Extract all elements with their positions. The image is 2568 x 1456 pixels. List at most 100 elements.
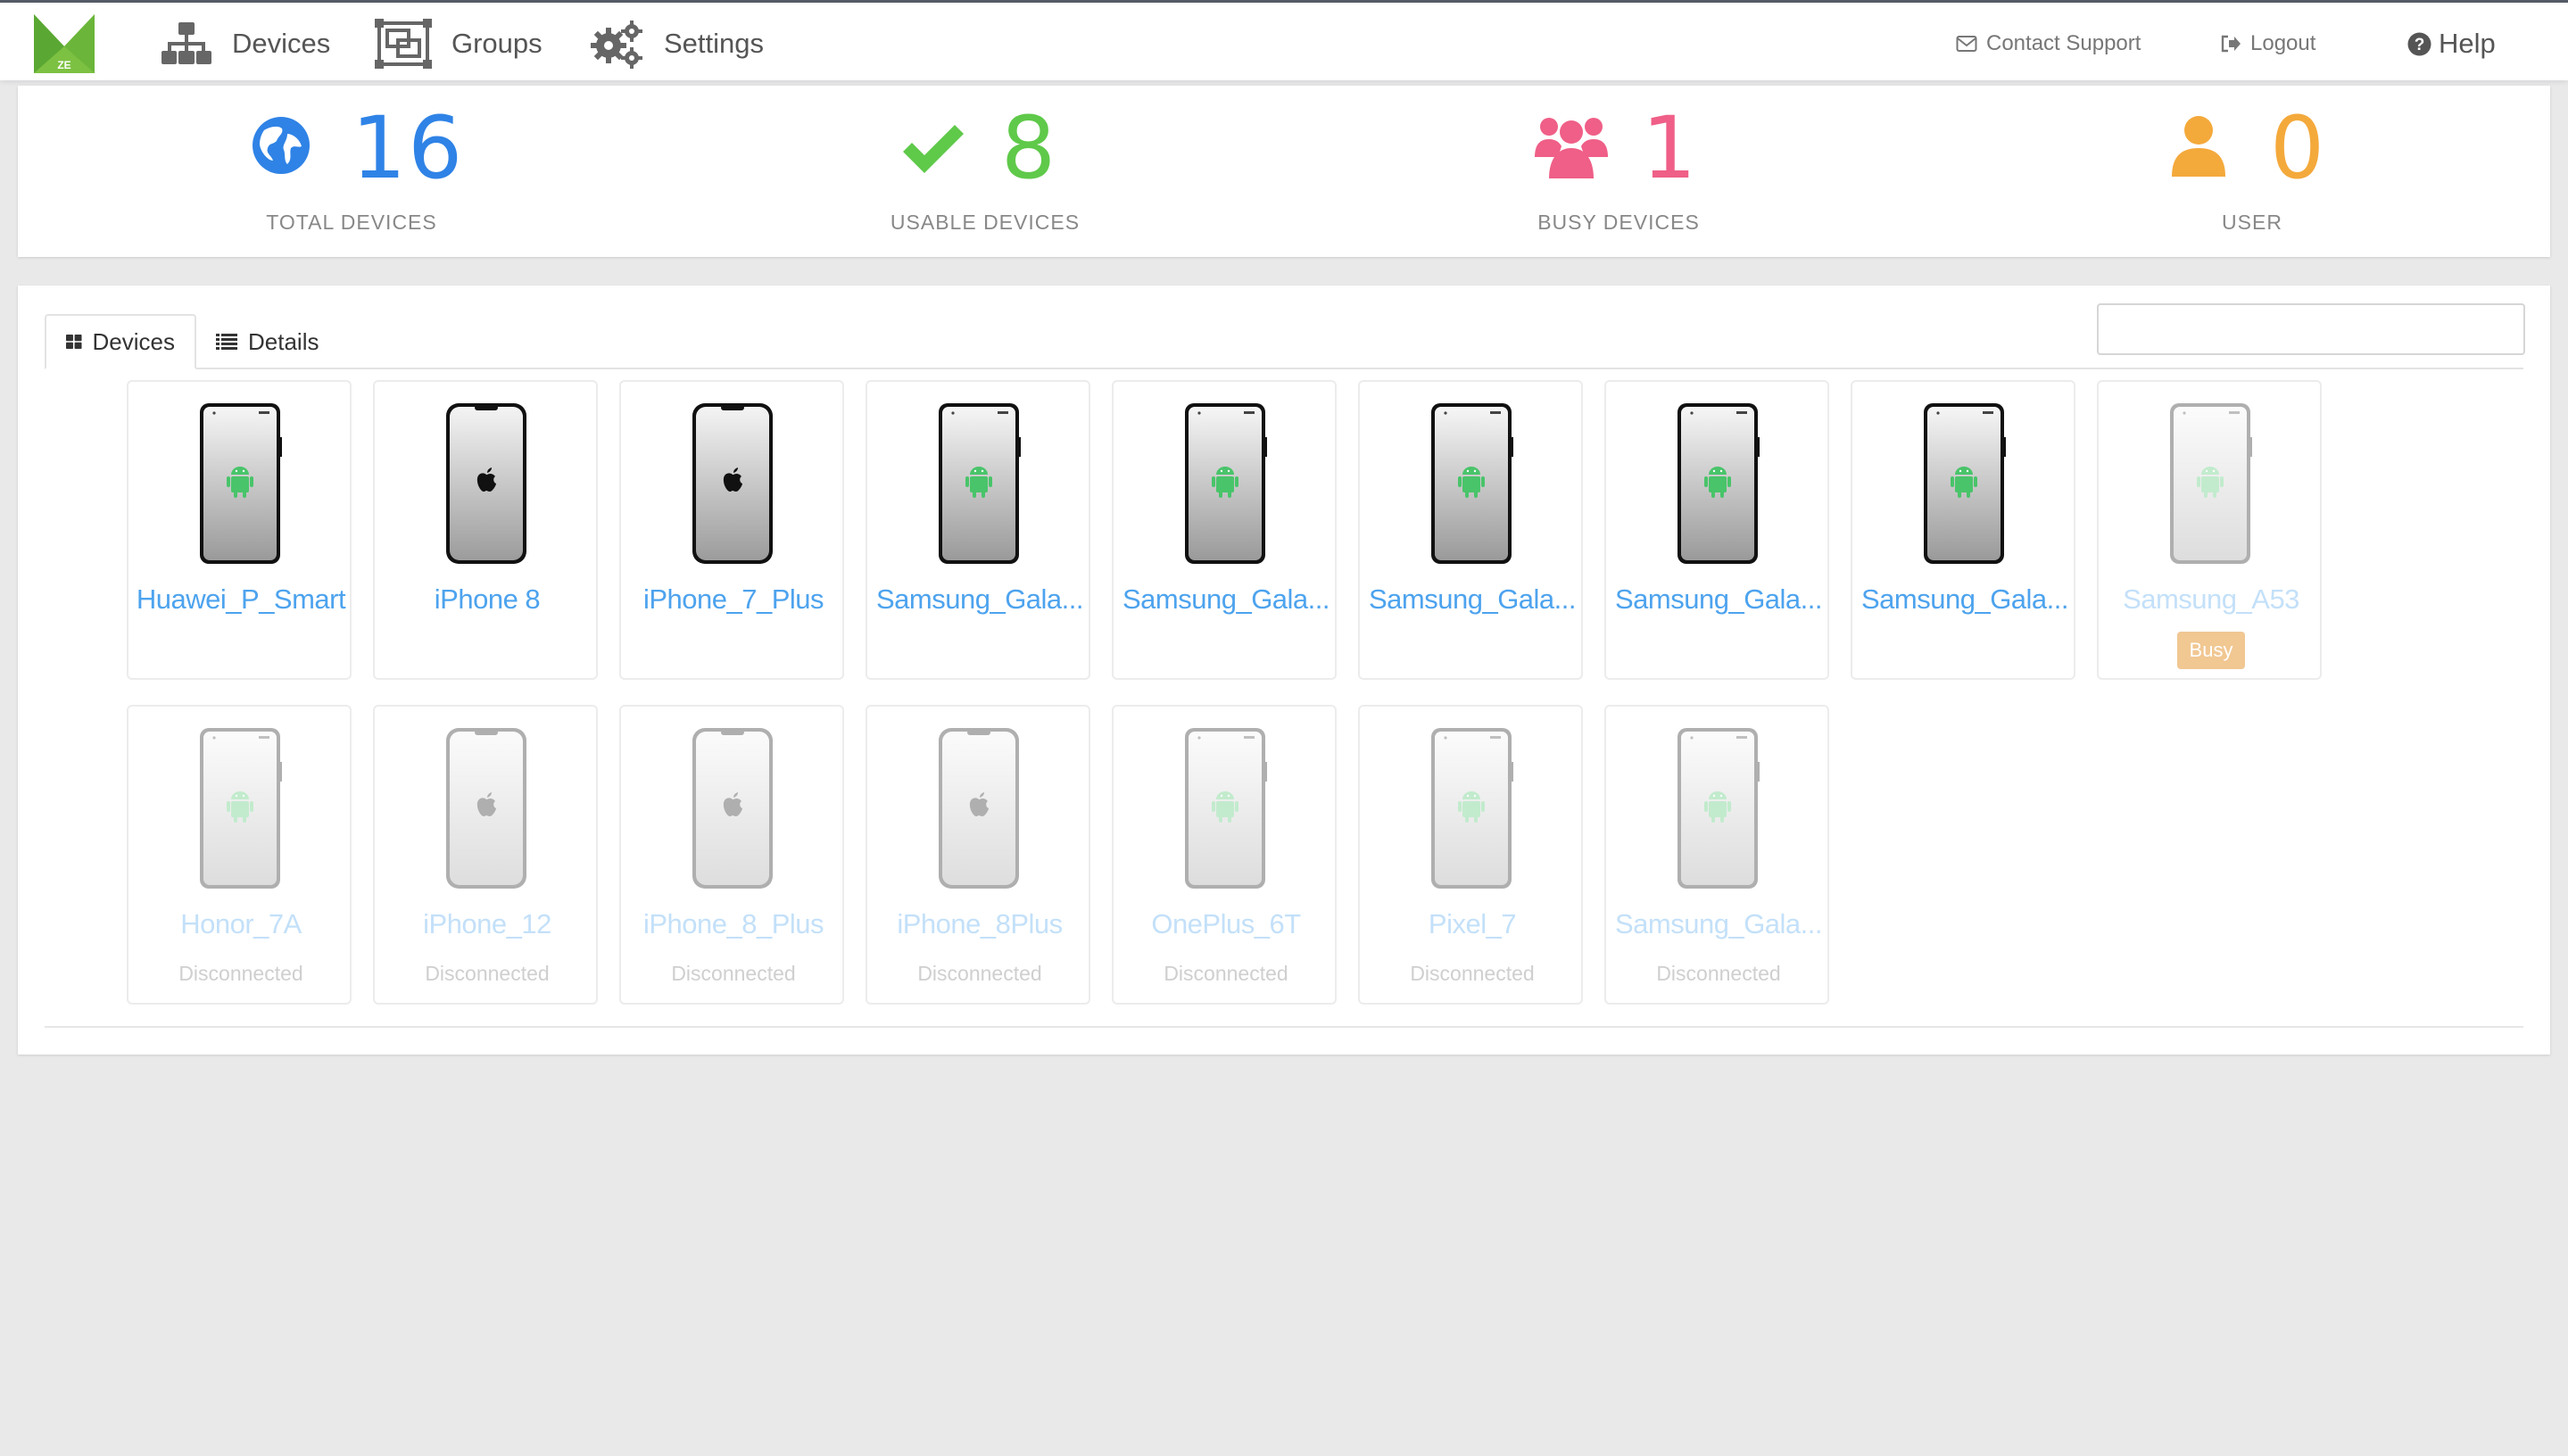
tab-details-label: Details [248, 327, 319, 355]
usable-devices-label: USABLE DEVICES [890, 211, 1081, 234]
help-link[interactable]: ? Help [2407, 22, 2496, 65]
device-card[interactable]: Samsung_Gala... [1851, 380, 2075, 680]
device-status: Disconnected [1164, 962, 1288, 985]
device-name: iPhone_8_Plus [642, 908, 824, 939]
busy-badge: Busy [2177, 632, 2245, 669]
device-status: Disconnected [1656, 962, 1781, 985]
checkmark-icon [903, 125, 964, 173]
usable-devices-count: 8 [1001, 98, 1058, 198]
device-card[interactable]: Samsung_Gala... [866, 380, 1090, 680]
device-card[interactable]: iPhone_8Plus Disconnected [866, 705, 1090, 1005]
android-phone-icon [1183, 401, 1267, 566]
busy-devices-count: 1 [1642, 98, 1699, 198]
busy-devices-label: BUSY DEVICES [1537, 211, 1700, 234]
android-phone-icon [1676, 401, 1760, 566]
device-card[interactable]: Samsung_Gala... [1112, 380, 1337, 680]
device-name: iPhone 8 [434, 583, 541, 615]
android-phone-icon [1676, 726, 1760, 890]
user-label: USER [2222, 211, 2282, 234]
nav-devices[interactable]: Devices [161, 15, 330, 72]
object-group-icon [375, 19, 432, 69]
device-name: iPhone_12 [423, 908, 551, 939]
grid-divider [45, 1026, 2523, 1028]
sign-out-icon [2221, 35, 2241, 53]
apple-phone-icon [691, 726, 775, 890]
device-card[interactable]: iPhone_8_Plus Disconnected [619, 705, 844, 1005]
device-status: Disconnected [1410, 962, 1535, 985]
nav-groups[interactable]: Groups [375, 15, 543, 72]
android-phone-icon [1429, 726, 1513, 890]
device-status: Disconnected [917, 962, 1042, 985]
device-status: Disconnected [425, 962, 550, 985]
apple-phone-icon [937, 726, 1021, 890]
gears-icon [591, 21, 642, 69]
device-status: Disconnected [178, 962, 303, 985]
android-phone-icon [198, 401, 282, 566]
logout-link[interactable]: Logout [2220, 22, 2315, 65]
device-card[interactable]: OnePlus_6T Disconnected [1112, 705, 1337, 1005]
device-card[interactable]: Pixel_7 Disconnected [1358, 705, 1583, 1005]
total-devices-label: TOTAL DEVICES [266, 211, 437, 234]
device-name: OnePlus_6T [1151, 908, 1301, 939]
device-card[interactable]: Samsung_A53 Busy [2097, 380, 2322, 680]
device-card[interactable]: Honor_7A Disconnected [127, 705, 352, 1005]
device-name: Samsung_Gala... [1860, 583, 2069, 615]
android-phone-icon [1183, 726, 1267, 890]
device-name: Samsung_Gala... [1122, 583, 1330, 615]
logo-text: ZE [57, 59, 70, 71]
device-card[interactable]: iPhone_7_Plus [619, 380, 844, 680]
device-status: Disconnected [671, 962, 796, 985]
nav-groups-label: Groups [451, 28, 543, 59]
contact-support-label: Contact Support [1986, 31, 2141, 55]
grid-icon [66, 335, 82, 349]
apple-phone-icon [444, 726, 528, 890]
envelope-icon [1956, 36, 1977, 52]
android-phone-icon [2168, 401, 2252, 566]
device-card[interactable]: iPhone 8 [373, 380, 598, 680]
globe-icon [253, 117, 310, 174]
total-devices-count: 16 [352, 98, 465, 198]
nav-devices-label: Devices [232, 28, 331, 59]
tab-devices[interactable]: Devices [45, 314, 196, 369]
svg-text:?: ? [2415, 36, 2425, 54]
sitemap-icon [162, 22, 211, 64]
user-count: 0 [2270, 98, 2327, 198]
device-card[interactable]: Samsung_Gala... [1358, 380, 1583, 680]
logout-label: Logout [2250, 31, 2316, 55]
apple-phone-icon [444, 401, 528, 566]
user-icon [2172, 116, 2225, 177]
device-card[interactable]: iPhone_12 Disconnected [373, 705, 598, 1005]
question-circle-icon: ? [2407, 32, 2431, 55]
device-name: Huawei_P_Smart [136, 583, 346, 615]
list-icon [216, 334, 237, 350]
device-name: Samsung_Gala... [1614, 908, 1823, 939]
nav-settings[interactable]: Settings [589, 15, 764, 72]
android-phone-icon [937, 401, 1021, 566]
android-phone-icon [198, 726, 282, 890]
tab-devices-label: Devices [92, 327, 175, 355]
device-card[interactable]: Huawei_P_Smart [127, 380, 352, 680]
top-navbar: ZE Devices Groups Settings Contact Suppo… [0, 0, 2568, 80]
android-phone-icon [1922, 401, 2006, 566]
device-name: Samsung_A53 [2123, 583, 2299, 615]
device-card[interactable]: Samsung_Gala... [1604, 380, 1829, 680]
device-name: Honor_7A [180, 908, 302, 939]
devices-panel: Devices Details Huawei_P_Smart iPhone 8 … [18, 285, 2550, 1055]
contact-support-link[interactable]: Contact Support [1956, 22, 2141, 65]
device-card[interactable]: Samsung_Gala... Disconnected [1604, 705, 1829, 1005]
stat-busy-devices: 1 BUSY DEVICES [1431, 86, 1806, 257]
device-name: iPhone_8Plus [897, 908, 1063, 939]
tab-details[interactable]: Details [196, 314, 338, 369]
android-phone-icon [1429, 401, 1513, 566]
search-input[interactable] [2097, 303, 2525, 355]
stats-panel: 16 TOTAL DEVICES 8 USABLE DEVICES 1 BUSY… [18, 86, 2550, 257]
device-name: Samsung_Gala... [1614, 583, 1823, 615]
device-name: Pixel_7 [1428, 908, 1517, 939]
stat-usable-devices: 8 USABLE DEVICES [798, 86, 1172, 257]
users-icon [1535, 118, 1608, 178]
device-name: Samsung_Gala... [875, 583, 1084, 615]
stat-user: 0 USER [2065, 86, 2440, 257]
device-name: Samsung_Gala... [1368, 583, 1577, 615]
apple-phone-icon [691, 401, 775, 566]
app-logo[interactable]: ZE [34, 14, 95, 73]
